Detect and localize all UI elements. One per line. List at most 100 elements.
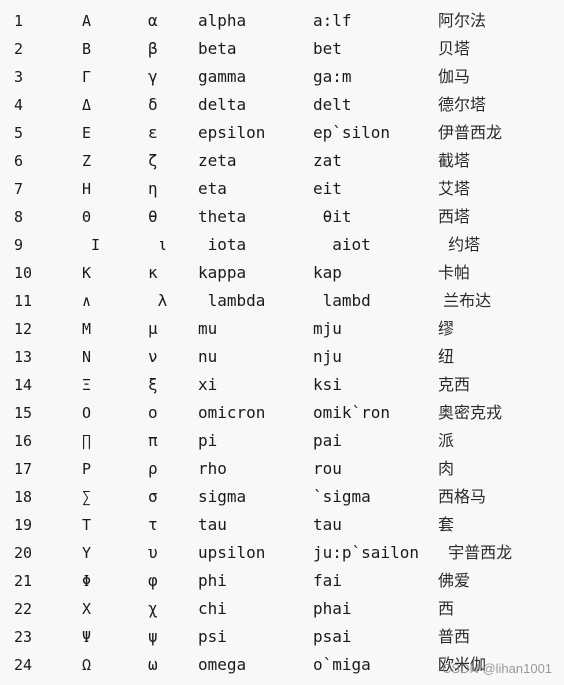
pronunciation: kap bbox=[313, 263, 342, 282]
chinese-name: 贝塔 bbox=[438, 39, 471, 58]
chinese-name: 克西 bbox=[438, 375, 471, 394]
uppercase-letter: Β bbox=[82, 40, 92, 58]
letter-name: tau bbox=[198, 515, 227, 534]
uppercase-letter: Ι bbox=[82, 236, 101, 254]
pronunciation: phai bbox=[313, 599, 352, 618]
chinese-name: 伊普西龙 bbox=[438, 123, 503, 142]
row-number: 6 bbox=[14, 152, 24, 170]
row-number: 3 bbox=[14, 68, 24, 86]
pronunciation: tau bbox=[313, 515, 342, 534]
table-row: 19 Ττ tau tau 套 bbox=[0, 511, 564, 539]
pronunciation: ksi bbox=[313, 375, 342, 394]
table-row: 5 Εε epsilon ep`silon 伊普西龙 bbox=[0, 119, 564, 147]
table-row: 9 Ι ι iota aiot 约塔 bbox=[0, 231, 564, 259]
row-number: 24 bbox=[14, 656, 33, 674]
uppercase-letter: ∏ bbox=[82, 432, 92, 450]
pronunciation: nju bbox=[313, 347, 342, 366]
row-number: 17 bbox=[14, 460, 33, 478]
chinese-name: 伽马 bbox=[438, 67, 471, 86]
pronunciation: pai bbox=[313, 431, 342, 450]
letter-name: omega bbox=[198, 655, 247, 674]
row-number: 7 bbox=[14, 180, 24, 198]
letter-name: zeta bbox=[198, 151, 237, 170]
table-row: 14 Ξξ xi ksi 克西 bbox=[0, 371, 564, 399]
lowercase-letter: ζ bbox=[148, 151, 158, 170]
lowercase-letter: σ bbox=[148, 487, 158, 506]
pronunciation: o`miga bbox=[313, 655, 371, 674]
lowercase-letter: ν bbox=[148, 347, 158, 366]
row-number: 11 bbox=[14, 292, 33, 310]
table-row: 4 Δδ delta delt 德尔塔 bbox=[0, 91, 564, 119]
pronunciation: lambd bbox=[313, 291, 371, 310]
chinese-name: 佛爱 bbox=[438, 571, 471, 590]
table-row: 8 Θθ theta θit 西塔 bbox=[0, 203, 564, 231]
lowercase-letter: ω bbox=[148, 655, 158, 674]
chinese-name: 纽 bbox=[438, 347, 455, 366]
chinese-name: 普西 bbox=[438, 627, 471, 646]
row-number: 15 bbox=[14, 404, 33, 422]
chinese-name: 截塔 bbox=[438, 151, 471, 170]
uppercase-letter: Μ bbox=[82, 320, 92, 338]
table-row: 2 Ββ beta bet 贝塔 bbox=[0, 35, 564, 63]
letter-name: xi bbox=[198, 375, 218, 394]
letter-name: sigma bbox=[198, 487, 247, 506]
chinese-name: 西 bbox=[438, 599, 455, 618]
uppercase-letter: ∧ bbox=[82, 292, 92, 310]
chinese-name: 肉 bbox=[438, 459, 455, 478]
row-number: 8 bbox=[14, 208, 24, 226]
chinese-name: 奥密克戎 bbox=[438, 403, 503, 422]
table-row: 21 Φφ phi fai 佛爱 bbox=[0, 567, 564, 595]
table-row: 6 Ζζ zeta zat 截塔 bbox=[0, 147, 564, 175]
pronunciation: mju bbox=[313, 319, 342, 338]
letter-name: epsilon bbox=[198, 123, 266, 142]
table-row: 18 ∑ σ sigma `sigma 西格马 bbox=[0, 483, 564, 511]
table-row: 10 Κκ kappa kap 卡帕 bbox=[0, 259, 564, 287]
watermark: CSDN @lihan1001 bbox=[442, 661, 553, 676]
lowercase-letter: γ bbox=[148, 67, 158, 86]
lowercase-letter: λ bbox=[148, 291, 168, 310]
chinese-name: 派 bbox=[438, 431, 455, 450]
letter-name: beta bbox=[198, 39, 237, 58]
pronunciation: ga:m bbox=[313, 67, 352, 86]
row-number: 12 bbox=[14, 320, 33, 338]
row-number: 18 bbox=[14, 488, 33, 506]
lowercase-letter: θ bbox=[148, 207, 158, 226]
uppercase-letter: Θ bbox=[82, 208, 92, 226]
pronunciation: ju:p`sailon bbox=[313, 543, 419, 562]
letter-name: pi bbox=[198, 431, 218, 450]
uppercase-letter: Ο bbox=[82, 404, 92, 422]
row-number: 22 bbox=[14, 600, 33, 618]
row-number: 1 bbox=[14, 12, 24, 30]
row-number: 20 bbox=[14, 544, 33, 562]
lowercase-letter: ι bbox=[148, 235, 168, 254]
pronunciation: rou bbox=[313, 459, 342, 478]
pronunciation: θit bbox=[313, 207, 352, 226]
letter-name: chi bbox=[198, 599, 227, 618]
uppercase-letter: Δ bbox=[82, 96, 92, 114]
uppercase-letter: Υ bbox=[82, 544, 92, 562]
pronunciation: eit bbox=[313, 179, 342, 198]
lowercase-letter: χ bbox=[148, 599, 158, 618]
row-number: 10 bbox=[14, 264, 33, 282]
letter-name: psi bbox=[198, 627, 227, 646]
letter-name: lambda bbox=[198, 291, 266, 310]
row-number: 16 bbox=[14, 432, 33, 450]
lowercase-letter: η bbox=[148, 179, 158, 198]
table-row: 15 Οο omicron omik`ron 奥密克戎 bbox=[0, 399, 564, 427]
table-row: 7 Ηη eta eit 艾塔 bbox=[0, 175, 564, 203]
uppercase-letter: Α bbox=[82, 12, 92, 30]
uppercase-letter: Ζ bbox=[82, 152, 92, 170]
pronunciation: psai bbox=[313, 627, 352, 646]
lowercase-letter: β bbox=[148, 39, 158, 58]
letter-name: omicron bbox=[198, 403, 266, 422]
letter-name: theta bbox=[198, 207, 247, 226]
lowercase-letter: ε bbox=[148, 123, 158, 142]
pronunciation: zat bbox=[313, 151, 342, 170]
row-number: 5 bbox=[14, 124, 24, 142]
letter-name: phi bbox=[198, 571, 227, 590]
uppercase-letter: Ξ bbox=[82, 376, 92, 394]
chinese-name: 西格马 bbox=[438, 487, 487, 506]
lowercase-letter: ρ bbox=[148, 459, 158, 478]
pronunciation: delt bbox=[313, 95, 352, 114]
uppercase-letter: Φ bbox=[82, 572, 92, 590]
